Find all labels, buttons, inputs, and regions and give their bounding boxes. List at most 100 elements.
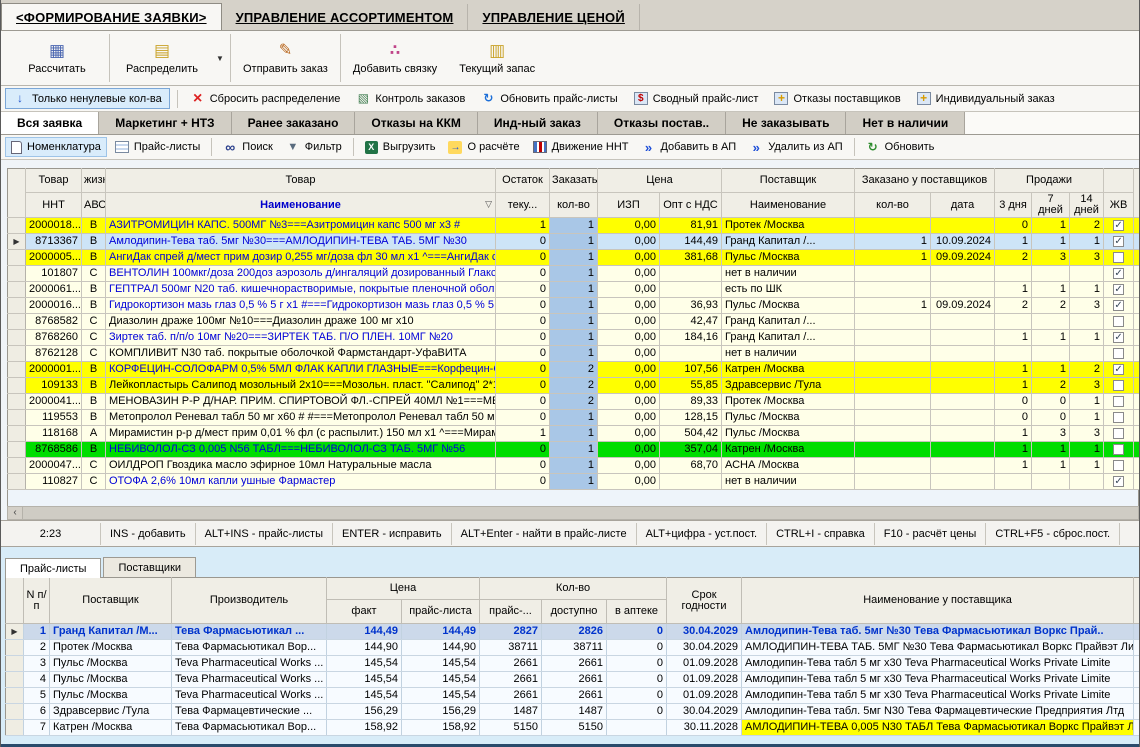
zhv-checkbox[interactable] <box>1113 316 1124 327</box>
filter-button[interactable]: Фильтр <box>281 137 347 157</box>
view-tab-supplier-refusals[interactable]: Отказы постав.. <box>598 112 726 134</box>
zhv-checkbox[interactable] <box>1113 428 1124 439</box>
tab-pricelists[interactable]: Прайс-листы <box>5 558 101 578</box>
table-row[interactable]: 8768260 С Зиртек таб. п/п/о 10мг №20===З… <box>8 330 1140 346</box>
pricelist-row[interactable]: 6 Здравсервис /Тула Тева Фармацевтически… <box>6 704 1140 720</box>
horizontal-scrollbar[interactable]: ‹ <box>7 506 1139 520</box>
pricelist-row[interactable]: 4 Пульс /Москва Teva Pharmaceutical Work… <box>6 672 1140 688</box>
cell-order-qty[interactable]: 1 <box>550 458 598 474</box>
cell-order-qty[interactable]: 1 <box>550 330 598 346</box>
current-stock-button[interactable]: Текущий запас <box>447 31 547 85</box>
cell-order-qty[interactable]: 2 <box>550 378 598 394</box>
view-tab-previously-ordered[interactable]: Ранее заказано <box>232 112 356 134</box>
table-row[interactable]: 119553 В Метопролол Реневал табл 50 мг x… <box>8 410 1140 426</box>
pricelist-row[interactable]: 1 Гранд Капитал /М... Тева Фармасьютикал… <box>6 624 1140 640</box>
zhv-checkbox[interactable] <box>1113 300 1124 311</box>
view-tab-individual-order[interactable]: Инд-ный заказ <box>478 112 598 134</box>
cell-order-qty[interactable]: 1 <box>550 474 598 490</box>
header-name-sortable[interactable]: Наименование▽ <box>106 193 496 218</box>
refresh-button[interactable]: Обновить <box>861 137 940 157</box>
table-row[interactable]: 2000018... В АЗИТРОМИЦИН КАПС. 500МГ №3=… <box>8 218 1140 234</box>
cell-order-qty[interactable]: 1 <box>550 282 598 298</box>
view-tab-do-not-order[interactable]: Не заказывать <box>726 112 846 134</box>
cell-order-qty[interactable]: 1 <box>550 410 598 426</box>
sort-descending-icon[interactable]: ▽ <box>485 199 492 210</box>
table-row[interactable]: 8768586 В НЕБИВОЛОЛ-СЗ 0,005 N56 ТАБЛ===… <box>8 442 1140 458</box>
table-row[interactable]: 2000061... В ГЕПТРАЛ 500мг N20 таб. кише… <box>8 282 1140 298</box>
supplier-refusals-button[interactable]: Отказы поставщиков <box>768 88 906 109</box>
cell-order-qty[interactable]: 1 <box>550 298 598 314</box>
zhv-checkbox[interactable] <box>1113 236 1124 247</box>
cell-order-qty[interactable]: 1 <box>550 442 598 458</box>
cell-order-qty[interactable]: 1 <box>550 250 598 266</box>
view-tab-kkm-refusals[interactable]: Отказы на ККМ <box>355 112 477 134</box>
remove-from-ap-button[interactable]: Удалить из АП <box>744 137 847 157</box>
nnt-movement-button[interactable]: Движение ННТ <box>528 137 634 157</box>
zhv-checkbox[interactable] <box>1113 364 1124 375</box>
table-row[interactable]: 101807 С ВЕНТОЛИН 100мкг/доза 200доз аэр… <box>8 266 1140 282</box>
zhv-checkbox[interactable] <box>1113 460 1124 471</box>
distribute-dropdown-arrow[interactable]: ▼ <box>212 31 228 85</box>
scroll-left-arrow-icon[interactable]: ‹ <box>8 507 23 519</box>
table-row[interactable]: 8768582 С Диазолин драже 100мг №10===Диа… <box>8 314 1140 330</box>
zhv-checkbox[interactable] <box>1113 396 1124 407</box>
zhv-checkbox[interactable] <box>1113 476 1124 487</box>
search-button[interactable]: Поиск <box>218 137 277 157</box>
table-row[interactable]: 2000041... В МЕНОВАЗИН Р-Р Д/НАР. ПРИМ. … <box>8 394 1140 410</box>
tab-suppliers[interactable]: Поставщики <box>103 557 196 577</box>
calculate-button[interactable]: Рассчитать <box>7 31 107 85</box>
table-row[interactable]: 2000005... В АнгиДак спрей д/мест прим д… <box>8 250 1140 266</box>
cell-order-qty[interactable]: 1 <box>550 266 598 282</box>
tab-price-management[interactable]: УПРАВЛЕНИЕ ЦЕНОЙ <box>468 4 639 30</box>
tab-order-formation[interactable]: <ФОРМИРОВАНИЕ ЗАЯВКИ> <box>1 3 222 30</box>
table-row[interactable]: 118168 А Мирамистин р-р д/мест прим 0,01… <box>8 426 1140 442</box>
table-row[interactable]: 110827 С ОТОФА 2,6% 10мл капли ушные Фар… <box>8 474 1140 490</box>
add-link-button[interactable]: Добавить связку <box>343 31 447 85</box>
tab-assortment-management[interactable]: УПРАВЛЕНИЕ АССОРТИМЕНТОМ <box>222 4 469 30</box>
cell-order-qty[interactable]: 2 <box>550 394 598 410</box>
table-row[interactable]: 2000016... В Гидрокортизон мазь глаз 0,5… <box>8 298 1140 314</box>
table-row[interactable]: 2000001... В КОРФЕЦИН-СОЛОФАРМ 0,5% 5МЛ … <box>8 362 1140 378</box>
cell-order-qty[interactable]: 2 <box>550 362 598 378</box>
individual-order-button[interactable]: Индивидуальный заказ <box>911 88 1061 109</box>
table-row[interactable]: 8713367 В Амлодипин-Тева таб. 5мг №30===… <box>8 234 1140 250</box>
summary-pricelist-button[interactable]: Сводный прайс-лист <box>628 88 765 109</box>
table-row[interactable]: 2000047... С ОИЛДРОП Гвоздика масло эфир… <box>8 458 1140 474</box>
pricelist-row[interactable]: 7 Катрен /Москва Тева Фармасьютикал Вор.… <box>6 720 1140 736</box>
nomenclature-button[interactable]: Номенклатура <box>5 137 107 157</box>
pricelist-row[interactable]: 5 Пульс /Москва Teva Pharmaceutical Work… <box>6 688 1140 704</box>
cell-order-qty[interactable]: 1 <box>550 314 598 330</box>
distribute-button[interactable]: Распределить <box>112 31 212 85</box>
view-tab-marketing-ntz[interactable]: Маркетинг + НТЗ <box>99 112 231 134</box>
scrollbar-track[interactable] <box>23 507 1138 519</box>
zhv-checkbox[interactable] <box>1113 348 1124 359</box>
zhv-checkbox[interactable] <box>1113 444 1124 455</box>
refresh-pricelists-button[interactable]: Обновить прайс-листы <box>475 88 623 109</box>
cell-order-qty[interactable]: 1 <box>550 218 598 234</box>
zhv-checkbox[interactable] <box>1113 268 1124 279</box>
send-order-button[interactable]: Отправить заказ <box>233 31 338 85</box>
cell-izp: 0,00 <box>598 346 660 362</box>
zhv-checkbox[interactable] <box>1113 220 1124 231</box>
table-row[interactable]: 8762128 С КОМПЛИВИТ N30 таб. покрытые об… <box>8 346 1140 362</box>
zhv-checkbox[interactable] <box>1113 332 1124 343</box>
add-to-ap-button[interactable]: Добавить в АП <box>636 137 741 157</box>
pricelist-row[interactable]: 3 Пульс /Москва Teva Pharmaceutical Work… <box>6 656 1140 672</box>
view-tab-out-of-stock[interactable]: Нет в наличии <box>846 112 965 134</box>
reset-distribution-button[interactable]: Сбросить распределение <box>185 88 347 109</box>
table-row[interactable]: 109133 В Лейкопластырь Салипод мозольный… <box>8 378 1140 394</box>
cell-order-qty[interactable]: 1 <box>550 346 598 362</box>
zhv-checkbox[interactable] <box>1113 412 1124 423</box>
nonzero-only-toggle[interactable]: Только ненулевые кол-ва <box>5 88 170 109</box>
zhv-checkbox[interactable] <box>1113 252 1124 263</box>
cell-order-qty[interactable]: 1 <box>550 234 598 250</box>
cell-order-qty[interactable]: 1 <box>550 426 598 442</box>
zhv-checkbox[interactable] <box>1113 284 1124 295</box>
order-control-button[interactable]: Контроль заказов <box>350 88 471 109</box>
view-tab-all-order[interactable]: Вся заявка <box>1 112 99 134</box>
pricelist-row[interactable]: 2 Протек /Москва Тева Фармасьютикал Вор.… <box>6 640 1140 656</box>
about-calculation-button[interactable]: О расчёте <box>443 137 524 157</box>
pricelists-button[interactable]: Прайс-листы <box>110 137 205 157</box>
zhv-checkbox[interactable] <box>1113 380 1124 391</box>
export-button[interactable]: Выгрузить <box>360 137 441 157</box>
